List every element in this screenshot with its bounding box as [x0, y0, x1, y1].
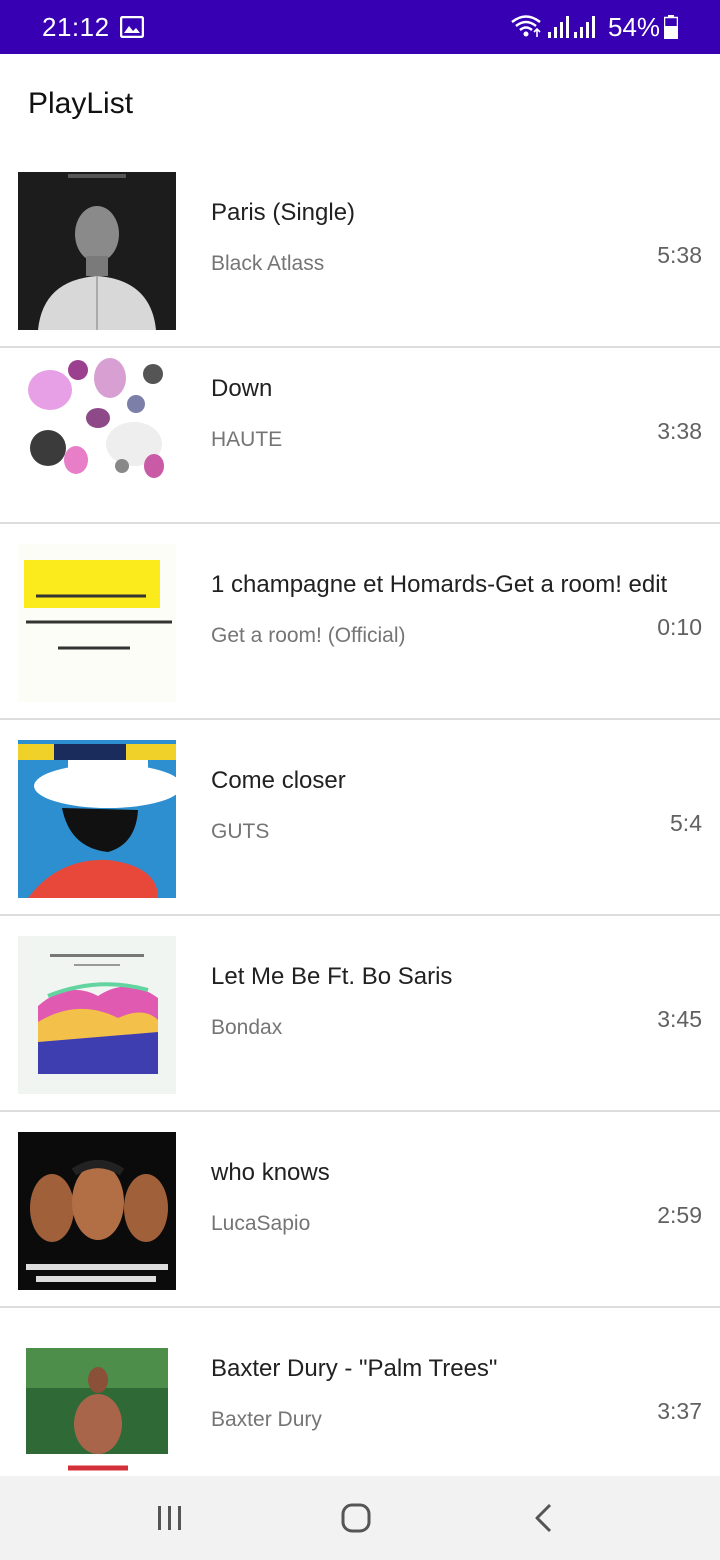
- gallery-icon: [120, 16, 144, 38]
- track-duration: 5:4: [670, 810, 702, 836]
- track-artist: HAUTE: [211, 428, 283, 451]
- navigation-bar: [0, 1476, 720, 1560]
- track-title: Paris (Single): [211, 199, 356, 226]
- track-artist: Bondax: [211, 1016, 283, 1039]
- status-time: 21:12: [42, 12, 110, 42]
- track-row[interactable]: Down HAUTE 3:38: [0, 328, 720, 524]
- track-row[interactable]: 1 champagne et Homards-Get a room! edit …: [0, 524, 720, 720]
- track-title: Baxter Dury - "Palm Trees": [211, 1355, 498, 1382]
- track-artist: Get a room! (Official): [211, 624, 406, 647]
- track-title: Let Me Be Ft. Bo Saris: [211, 963, 453, 990]
- track-artist: GUTS: [211, 820, 270, 843]
- album-cover: [18, 172, 176, 330]
- album-cover: [18, 348, 176, 506]
- track-row[interactable]: Let Me Be Ft. Bo Saris Bondax 3:45: [0, 916, 720, 1112]
- track-title: who knows: [211, 1159, 330, 1186]
- status-bar: 21:12 54%: [0, 0, 720, 54]
- track-duration: 0:10: [657, 614, 702, 640]
- track-duration: 2:59: [657, 1202, 702, 1228]
- track-title: Down: [211, 375, 273, 402]
- battery-icon: [664, 15, 678, 39]
- track-row[interactable]: Baxter Dury - "Palm Trees" Baxter Dury 3…: [0, 1308, 720, 1476]
- battery-percent: 54%: [608, 12, 661, 42]
- back-icon[interactable]: [524, 1498, 564, 1538]
- page-title: PlayList: [28, 87, 134, 120]
- album-cover: [18, 936, 176, 1094]
- album-cover: [18, 740, 176, 898]
- album-cover: [18, 1132, 176, 1290]
- track-duration: 3:38: [657, 418, 702, 444]
- track-title: 1 champagne et Homards-Get a room! edit: [211, 571, 668, 598]
- track-row[interactable]: Come closer GUTS 5:4: [0, 720, 720, 916]
- track-duration: 3:45: [657, 1006, 702, 1032]
- track-row[interactable]: Paris (Single) Black Atlass 5:38: [0, 152, 720, 348]
- album-cover: [18, 544, 176, 702]
- wifi-icon: [511, 15, 541, 37]
- signal-icon: [548, 16, 569, 38]
- recent-apps-icon[interactable]: [150, 1498, 190, 1538]
- track-row[interactable]: who knows LucaSapio 2:59: [0, 1112, 720, 1308]
- home-icon[interactable]: [336, 1498, 376, 1538]
- track-duration: 3:37: [657, 1398, 702, 1424]
- signal-icon: [574, 16, 595, 38]
- album-cover: [18, 1328, 176, 1476]
- track-duration: 5:38: [657, 242, 702, 268]
- track-artist: Baxter Dury: [211, 1408, 322, 1431]
- track-artist: LucaSapio: [211, 1212, 311, 1235]
- playlist: Paris (Single) Black Atlass 5:38 Down HA…: [0, 132, 720, 1476]
- track-artist: Black Atlass: [211, 252, 325, 275]
- track-title: Come closer: [211, 767, 346, 794]
